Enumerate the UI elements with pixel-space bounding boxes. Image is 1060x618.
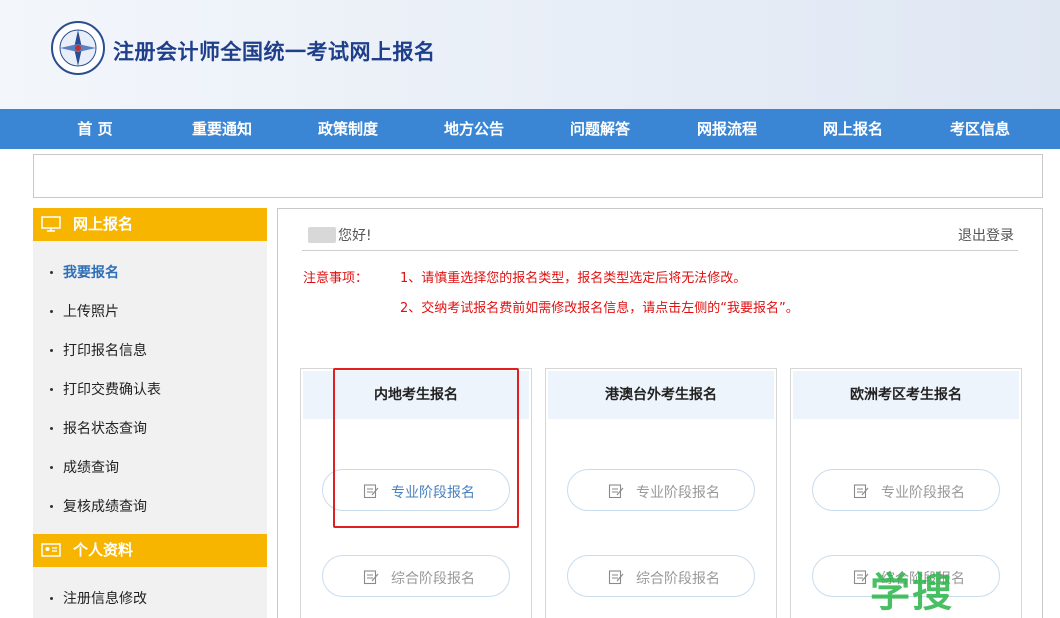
- cicpa-logo-icon: [51, 21, 105, 75]
- edit-document-icon: [608, 570, 624, 585]
- button-label: 综合阶段报名: [636, 571, 720, 587]
- sidebar-item-status-query[interactable]: 报名状态查询: [50, 418, 147, 438]
- sidebar-item-score-query[interactable]: 成绩查询: [50, 457, 119, 477]
- divider: [302, 250, 1018, 251]
- button-label: 专业阶段报名: [881, 485, 965, 501]
- sidebar-item-upload-photo[interactable]: 上传照片: [50, 301, 119, 321]
- card-mainland: 内地考生报名 专业阶段报名 综合阶段报名: [300, 368, 532, 618]
- professional-stage-button[interactable]: 专业阶段报名: [567, 469, 755, 511]
- notice-label: 注意事项：: [303, 271, 369, 286]
- site-title: 注册会计师全国统一考试网上报名: [113, 40, 436, 64]
- button-label: 专业阶段报名: [636, 485, 720, 501]
- header: 注册会计师全国统一考试网上报名: [0, 0, 1060, 109]
- monitor-icon: [41, 216, 61, 232]
- id-card-icon: [41, 543, 61, 557]
- sidebar-item-score-review[interactable]: 复核成绩查询: [50, 496, 147, 516]
- professional-stage-button[interactable]: 专业阶段报名: [322, 469, 510, 511]
- nav-online-registration[interactable]: 网上报名: [798, 109, 908, 149]
- button-label: 综合阶段报名: [391, 571, 475, 587]
- greeting: 您好!: [338, 228, 372, 244]
- edit-document-icon: [853, 484, 869, 499]
- nav-exam-area[interactable]: 考区信息: [925, 109, 1035, 149]
- notice-line-1: 1、请慎重选择您的报名类型，报名类型选定后将无法修改。: [400, 271, 747, 286]
- logout-link[interactable]: 退出登录: [958, 225, 1014, 245]
- edit-document-icon: [363, 570, 379, 585]
- sidebar-header-label: 网上报名: [73, 215, 134, 233]
- main-nav: 首 页 重要通知 政策制度 地方公告 问题解答 网报流程 网上报名 考区信息: [0, 109, 1060, 149]
- nav-notices[interactable]: 重要通知: [167, 109, 277, 149]
- sidebar-item-edit-registration[interactable]: 注册信息修改: [50, 588, 147, 608]
- button-label: 专业阶段报名: [391, 485, 475, 501]
- nav-faq[interactable]: 问题解答: [545, 109, 655, 149]
- nav-policies[interactable]: 政策制度: [293, 109, 403, 149]
- banner-box: [33, 154, 1043, 198]
- nav-local-announcements[interactable]: 地方公告: [419, 109, 529, 149]
- sidebar-item-register[interactable]: 我要报名: [50, 262, 119, 282]
- notice-line-2: 2、交纳考试报名费前如需修改报名信息，请点击左侧的“我要报名”。: [400, 301, 799, 316]
- comprehensive-stage-button[interactable]: 综合阶段报名: [567, 555, 755, 597]
- sidebar-header-profile: 个人资料: [33, 534, 267, 567]
- professional-stage-button[interactable]: 专业阶段报名: [812, 469, 1000, 511]
- card-title: 内地考生报名: [303, 371, 529, 419]
- sidebar: 网上报名 我要报名 上传照片 打印报名信息 打印交费确认表 报名状态查询 成绩查…: [33, 208, 267, 618]
- nav-process[interactable]: 网报流程: [672, 109, 782, 149]
- watermark-logo: 学搜: [870, 570, 954, 616]
- card-title: 欧洲考区考生报名: [793, 371, 1019, 419]
- card-title: 港澳台外考生报名: [548, 371, 774, 419]
- sidebar-header-registration: 网上报名: [33, 208, 267, 241]
- main-panel: 您好! 退出登录 注意事项： 1、请慎重选择您的报名类型，报名类型选定后将无法修…: [277, 208, 1043, 618]
- sidebar-item-print-payment[interactable]: 打印交费确认表: [50, 379, 161, 399]
- sidebar-item-print-info[interactable]: 打印报名信息: [50, 340, 147, 360]
- comprehensive-stage-button[interactable]: 综合阶段报名: [322, 555, 510, 597]
- sidebar-header-label: 个人资料: [73, 541, 134, 559]
- nav-home[interactable]: 首 页: [40, 109, 150, 149]
- card-hk-macao-taiwan-foreign: 港澳台外考生报名 专业阶段报名 综合阶段报名: [545, 368, 777, 618]
- edit-document-icon: [853, 570, 869, 585]
- username-blurred: [308, 227, 336, 243]
- edit-document-icon: [363, 484, 379, 499]
- edit-document-icon: [608, 484, 624, 499]
